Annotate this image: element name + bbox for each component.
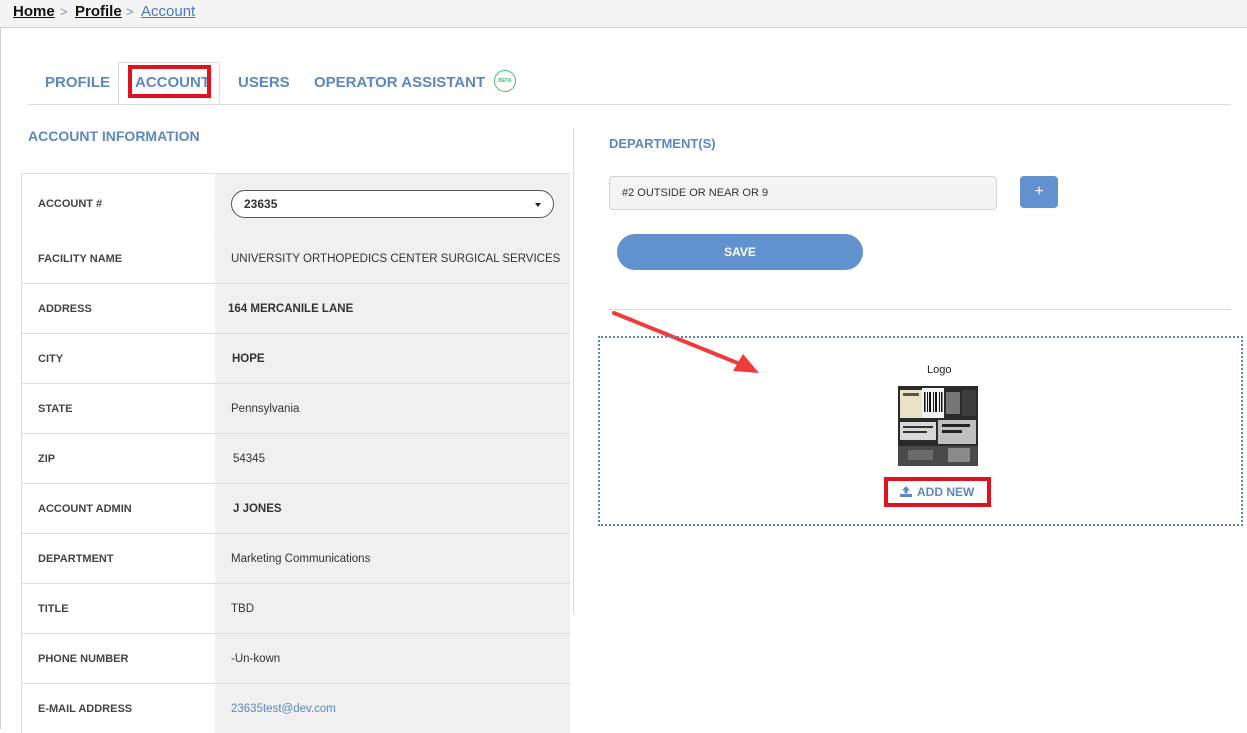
address-value: 164 MERCANILE LANE xyxy=(228,302,354,315)
state-value: Pennsylvania xyxy=(231,402,300,415)
account-admin-value: J JONES xyxy=(233,502,282,515)
title-value: TBD xyxy=(231,602,254,615)
beta-badge-icon: BETA xyxy=(494,70,516,92)
table-row: FACILITY NAME UNIVERSITY ORTHOPEDICS CEN… xyxy=(21,234,570,284)
breadcrumb-separator: > xyxy=(60,4,68,19)
tab-bar: PROFILE ACCOUNT USERS OPERATOR ASSISTANT… xyxy=(28,62,1231,105)
table-row: ACCOUNT # 23635 xyxy=(21,173,570,235)
table-row: PHONE NUMBER -Un-kown xyxy=(21,634,570,684)
account-information-title: ACCOUNT INFORMATION xyxy=(28,128,200,144)
table-row: ZIP 54345 xyxy=(21,434,570,484)
breadcrumb-separator: > xyxy=(126,4,134,19)
table-row: STATE Pennsylvania xyxy=(21,384,570,434)
facility-name-value: UNIVERSITY ORTHOPEDICS CENTER SURGICAL S… xyxy=(231,252,561,265)
breadcrumb-profile[interactable]: Profile xyxy=(75,3,122,20)
add-new-button[interactable]: ADD NEW xyxy=(900,485,974,499)
caret-down-icon xyxy=(535,203,541,207)
phone-number-label: PHONE NUMBER xyxy=(38,652,129,665)
account-number-label: ACCOUNT # xyxy=(38,198,103,210)
account-admin-label: ACCOUNT ADMIN xyxy=(38,502,132,515)
add-department-button[interactable]: + xyxy=(1020,176,1058,208)
department-input[interactable]: #2 OUTSIDE OR NEAR OR 9 xyxy=(609,176,997,210)
address-label: ADDRESS xyxy=(38,302,92,315)
facility-name-label: FACILITY NAME xyxy=(38,252,123,265)
save-button[interactable]: SAVE xyxy=(617,234,863,270)
zip-label: ZIP xyxy=(38,452,56,465)
add-new-label: ADD NEW xyxy=(917,485,975,499)
upload-icon xyxy=(900,486,912,497)
tab-users[interactable]: USERS xyxy=(238,74,290,91)
zip-value: 54345 xyxy=(233,452,265,465)
department-label: DEPARTMENT xyxy=(38,552,114,565)
logo-caption: Logo xyxy=(927,364,952,376)
column-divider xyxy=(573,128,574,613)
account-number-select[interactable]: 23635 xyxy=(231,190,554,218)
logo-image xyxy=(898,386,978,466)
title-label: TITLE xyxy=(38,602,69,615)
tab-operator-assistant[interactable]: OPERATOR ASSISTANT xyxy=(314,74,485,91)
departments-title: DEPARTMENT(S) xyxy=(609,136,716,151)
city-label: CITY xyxy=(38,352,64,365)
state-label: STATE xyxy=(38,402,73,415)
table-row: TITLE TBD xyxy=(21,584,570,634)
breadcrumb-home[interactable]: Home xyxy=(13,3,55,20)
table-row: E-MAIL ADDRESS 23635test@dev.com xyxy=(21,684,570,733)
email-label: E-MAIL ADDRESS xyxy=(38,702,133,715)
tab-account-highlight xyxy=(128,65,211,98)
email-value[interactable]: 23635test@dev.com xyxy=(231,703,336,715)
breadcrumb: Home > Profile > Account xyxy=(0,0,1247,28)
table-row: ADDRESS 164 MERCANILE LANE xyxy=(21,284,570,334)
page-left-border xyxy=(0,28,1,729)
phone-number-value: -Un-kown xyxy=(231,652,281,665)
breadcrumb-account[interactable]: Account xyxy=(141,3,195,20)
city-value: HOPE xyxy=(232,352,265,365)
table-row: ACCOUNT ADMIN J JONES xyxy=(21,484,570,534)
table-row: CITY HOPE xyxy=(21,334,570,384)
department-input-value: #2 OUTSIDE OR NEAR OR 9 xyxy=(622,187,769,199)
tab-profile[interactable]: PROFILE xyxy=(45,74,110,91)
table-row: DEPARTMENT Marketing Communications xyxy=(21,534,570,584)
department-value: Marketing Communications xyxy=(231,552,371,565)
account-number-value: 23635 xyxy=(244,197,278,211)
